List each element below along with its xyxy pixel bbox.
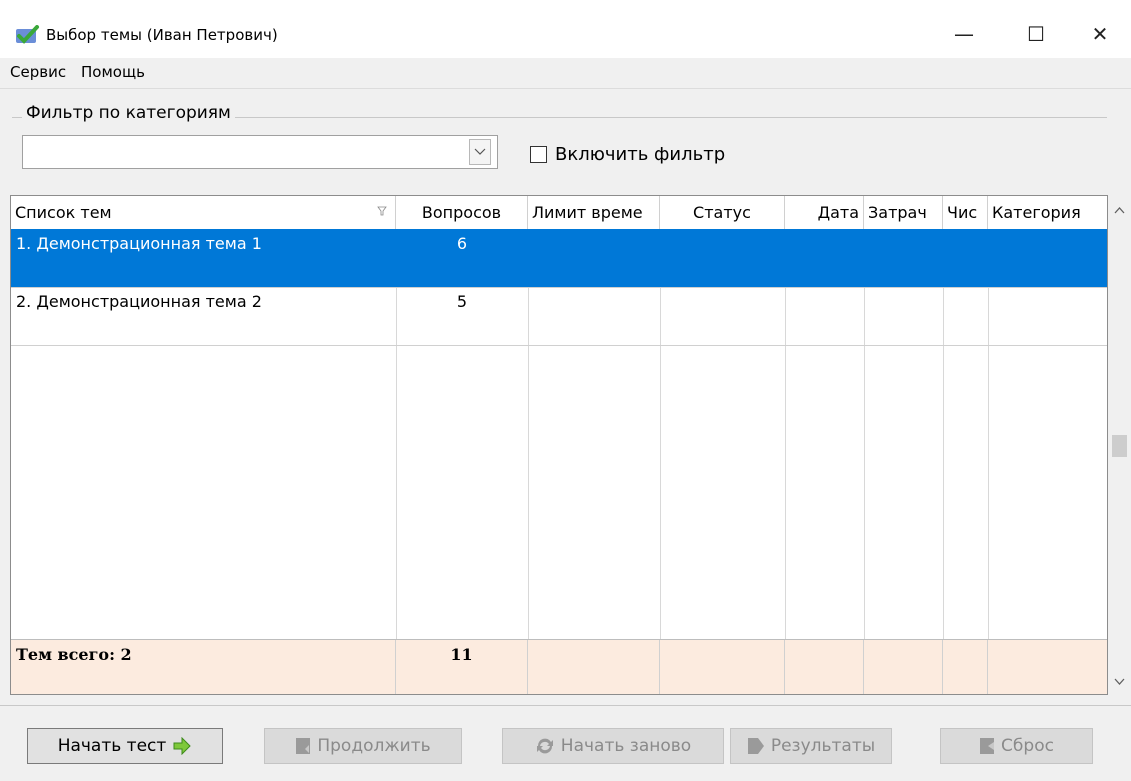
results-label: Результаты [770,736,876,756]
topics-table: Список тем Вопросов Лимит време Статус Д… [10,195,1108,695]
footer-cell [660,640,785,694]
category-combo[interactable] [22,135,498,169]
footer-cell [785,640,864,694]
arrow-right-icon [173,737,192,755]
table-footer: Тем всего: 2 11 [11,639,1107,694]
col-header-date[interactable]: Дата [785,196,864,229]
window-title: Выбор темы (Иван Петрович) [46,26,278,44]
start-test-label: Начать тест [57,736,167,756]
col-header-time-limit[interactable]: Лимит време [528,196,660,229]
table-row[interactable]: 2. Демонстрационная тема 2 5 [11,287,1107,346]
topic-title: 2. Демонстрационная тема 2 [16,292,262,311]
menu-help[interactable]: Помощь [81,63,145,81]
scroll-thumb[interactable] [1112,435,1127,457]
start-test-button[interactable]: Начать тест [27,728,223,764]
topic-questions: 6 [456,234,468,253]
top-strip [0,0,1131,10]
continue-button[interactable]: Продолжить [264,728,462,764]
vertical-scrollbar[interactable] [1108,195,1131,695]
reset-button[interactable]: Сброс [940,728,1093,764]
col-header-status[interactable]: Статус [660,196,785,229]
minimize-icon: — [954,22,974,46]
scroll-up-icon[interactable] [1114,207,1125,214]
chevron-down-icon [474,148,486,155]
footer-cell [943,640,988,694]
footer-total-questions: 11 [396,640,528,694]
results-button[interactable]: Результаты [730,728,892,764]
footer-cell [864,640,943,694]
scroll-down-icon[interactable] [1114,678,1125,685]
col-header-spent[interactable]: Затрач [864,196,943,229]
enable-filter-checkbox[interactable] [530,146,547,163]
app-check-icon [14,25,40,45]
close-icon: ✕ [1091,22,1109,46]
menu-bar: Сервис Помощь [0,58,1131,89]
reset-label: Сброс [1001,736,1054,756]
combo-dropdown-button[interactable] [469,139,491,165]
maximize-icon: ☐ [1027,22,1045,46]
filter-group-label: Фильтр по категориям [22,103,235,123]
topic-title: 1. Демонстрационная тема 1 [16,234,262,253]
restart-button[interactable]: Начать заново [502,728,724,764]
refresh-icon [536,738,553,754]
col-header-questions[interactable]: Вопросов [396,196,528,229]
col-header-number[interactable]: Чис [943,196,988,229]
col-header-label: Список тем [15,203,112,222]
table-row[interactable]: 1. Демонстрационная тема 1 6 [11,229,1107,288]
enable-filter-label[interactable]: Включить фильтр [555,144,725,165]
table-header: Список тем Вопросов Лимит време Статус Д… [11,196,1107,230]
col-header-topics[interactable]: Список тем [11,196,396,229]
title-bar: Выбор темы (Иван Петрович) — ☐ ✕ [0,10,1131,58]
footer-cell [528,640,660,694]
document-icon [296,738,311,754]
close-button[interactable]: ✕ [1070,10,1130,58]
continue-label: Продолжить [317,736,431,756]
footer-total-label: Тем всего: 2 [11,640,396,694]
minimize-button[interactable]: — [934,10,994,58]
document-icon [980,738,995,754]
restart-label: Начать заново [560,736,692,756]
topic-questions: 5 [456,292,468,311]
col-header-category[interactable]: Категория [988,196,1107,229]
menu-service[interactable]: Сервис [10,63,66,81]
maximize-button[interactable]: ☐ [1006,10,1066,58]
document-icon [747,738,764,754]
filter-funnel-icon[interactable] [377,206,387,216]
